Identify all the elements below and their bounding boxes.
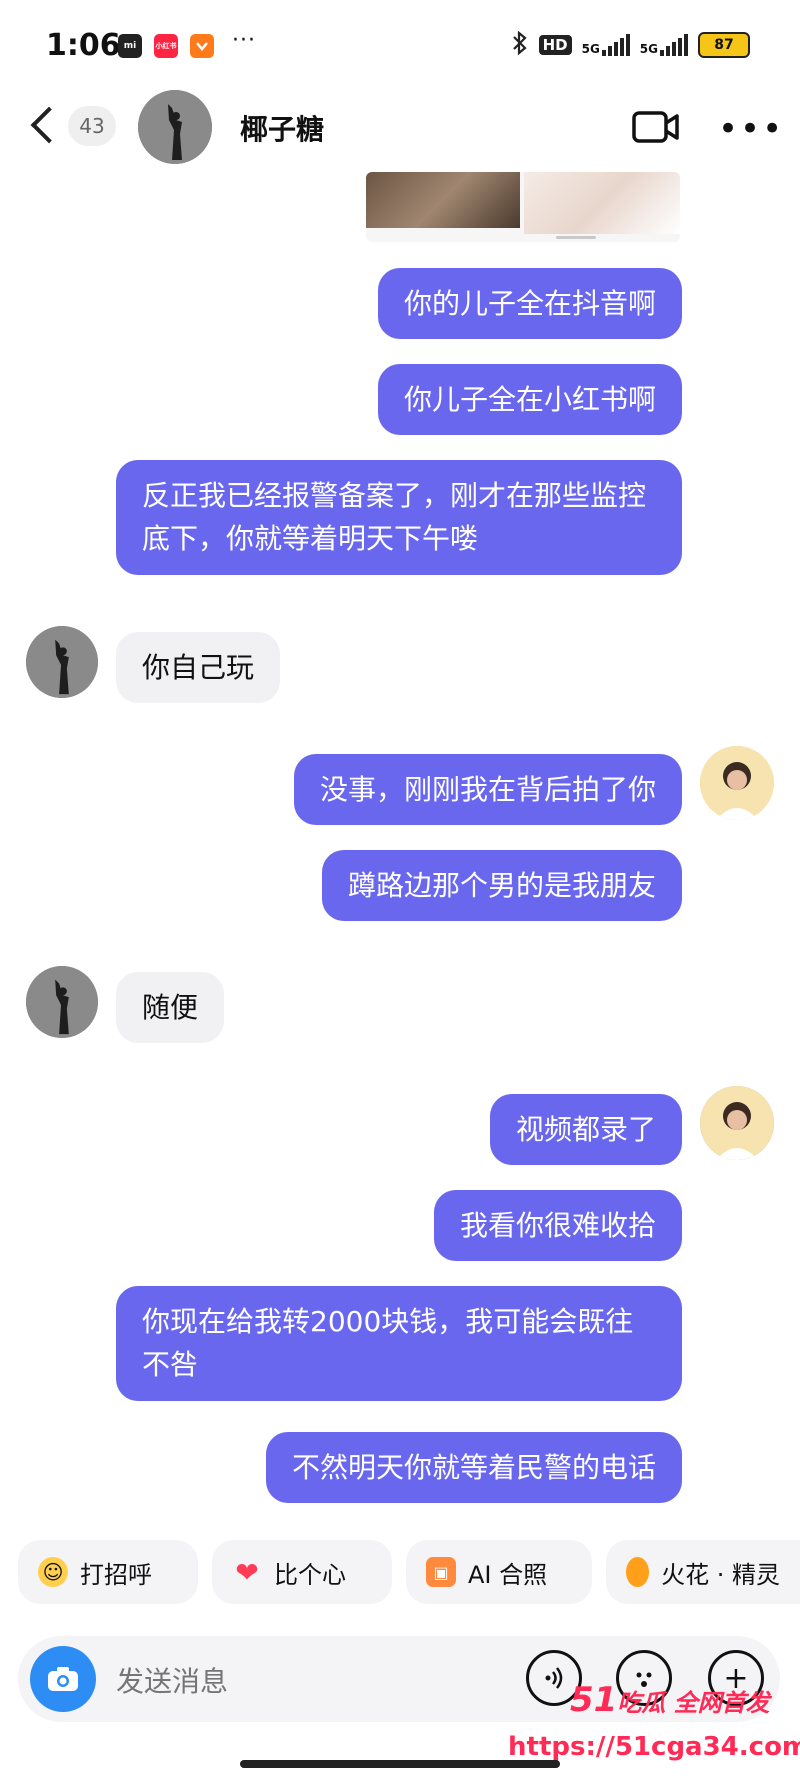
message-bubble-sent[interactable]: 你的儿子全在抖音啊 (377, 268, 682, 340)
unread-count-badge[interactable]: 43 (68, 106, 116, 146)
quick-reply-wave[interactable]: ☺ 打招呼 (18, 1540, 198, 1604)
bluetooth-icon (511, 30, 529, 60)
message-bubble-sent[interactable]: 不然明天你就等着民警的电话 (265, 1432, 682, 1504)
signal-1: 5G (582, 34, 630, 56)
heart-icon: ❤ (235, 1555, 259, 1589)
message-input[interactable] (114, 1658, 498, 1704)
watermark-url: https://51cga34.com (508, 1732, 800, 1762)
image-thumbnail[interactable] (366, 172, 520, 228)
contact-avatar[interactable] (26, 626, 98, 698)
shared-images-preview[interactable] (366, 172, 680, 242)
more-options-icon[interactable]: ••• (718, 112, 784, 146)
contact-name: 椰子糖 (240, 113, 325, 146)
message-bubble-sent[interactable]: 我看你很难收拾 (433, 1190, 682, 1262)
xiaohongshu-icon: 小红书 (154, 34, 178, 58)
quick-reply-ai-photo[interactable]: ▣ AI 合照 (406, 1540, 592, 1604)
status-indicators: HD 5G 5G 87 (511, 30, 750, 60)
signal-2: 5G (640, 34, 688, 56)
voice-wave-icon (545, 1667, 563, 1689)
watermark-line1: 51吃瓜 全网首发 (570, 1680, 770, 1720)
message-bubble-sent[interactable]: 你现在给我转2000块钱，我可能会既往不咎 (116, 1286, 682, 1401)
quick-reply-spark[interactable]: 火花 · 精灵 (606, 1540, 800, 1604)
spark-icon (626, 1557, 650, 1587)
message-bubble-received[interactable]: 随便 (116, 972, 225, 1044)
message-bubble-sent[interactable]: 蹲路边那个男的是我朋友 (321, 850, 682, 922)
my-avatar[interactable] (700, 1086, 774, 1160)
status-more: ··· (232, 28, 256, 53)
status-time: 1:06 (46, 28, 121, 63)
home-indicator[interactable] (240, 1760, 560, 1768)
taobao-icon (190, 34, 214, 58)
message-bubble-sent[interactable]: 视频都录了 (489, 1094, 682, 1166)
camera-icon (48, 1667, 78, 1691)
message-bubble-sent[interactable]: 没事，刚刚我在背后拍了你 (293, 754, 682, 826)
camera-button[interactable] (30, 1646, 96, 1712)
quick-reply-heart[interactable]: ❤ 比个心 (212, 1540, 392, 1604)
battery-indicator: 87 (698, 32, 750, 58)
video-call-icon[interactable] (632, 110, 680, 144)
contact-avatar[interactable] (26, 966, 98, 1038)
message-bubble-received[interactable]: 你自己玩 (116, 632, 281, 704)
contact-avatar[interactable] (138, 90, 212, 164)
my-avatar[interactable] (700, 746, 774, 820)
scroll-indicator (556, 236, 596, 239)
message-bubble-sent[interactable]: 你儿子全在小红书啊 (377, 364, 682, 436)
message-bubble-sent[interactable]: 反正我已经报警备案了，刚才在那些监控底下，你就等着明天下午喽 (116, 460, 682, 575)
hd-badge: HD (538, 35, 572, 55)
image-thumbnail[interactable] (524, 172, 680, 234)
mi-icon: mi (118, 34, 142, 58)
ai-photo-icon: ▣ (426, 1557, 456, 1587)
wave-emoji-icon: ☺ (38, 1557, 68, 1587)
